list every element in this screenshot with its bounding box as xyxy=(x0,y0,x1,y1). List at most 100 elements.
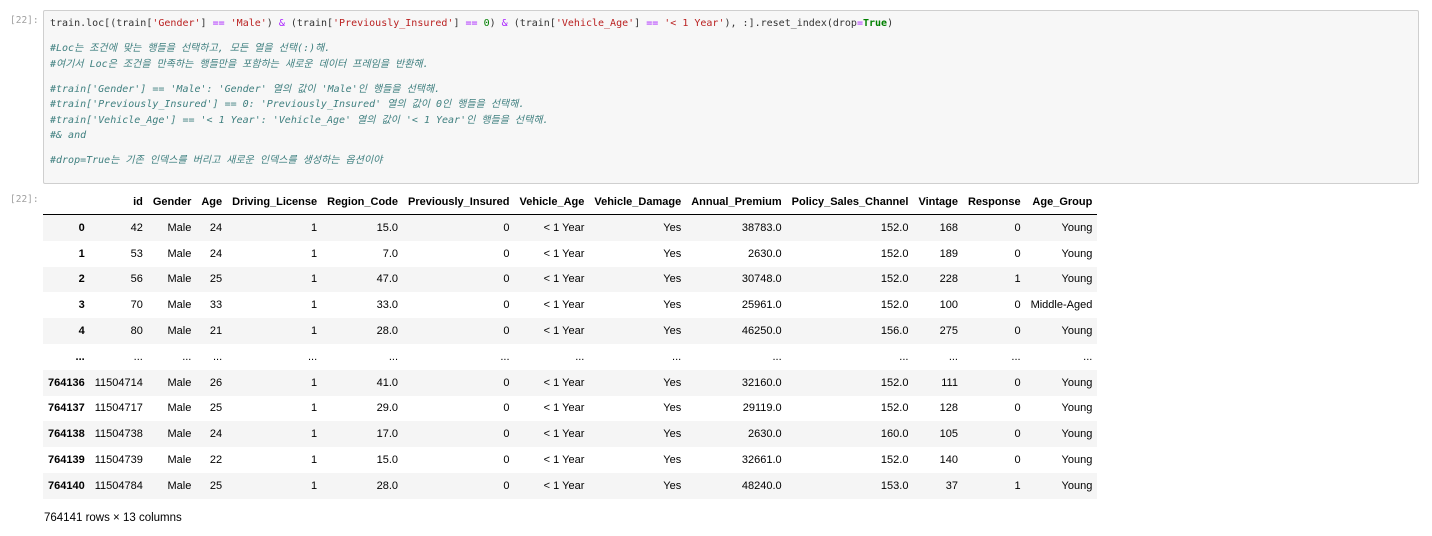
column-header: Driving_License xyxy=(227,190,323,215)
table-cell: < 1 Year xyxy=(543,325,585,338)
table-cell: < 1 Year xyxy=(543,299,585,312)
table-cell: 30748.0 xyxy=(741,273,782,286)
code-cell-input[interactable]: train.loc[(train['Gender'] == 'Male') & … xyxy=(43,10,1419,184)
table-cell: Yes xyxy=(663,428,682,441)
table-cell: 0 xyxy=(1014,221,1021,234)
table-cell: Yes xyxy=(663,454,682,467)
table-cell: 80 xyxy=(130,325,143,338)
table-cell: ... xyxy=(500,350,510,363)
table-cell: Male xyxy=(167,479,192,492)
table-cell: 0 xyxy=(1014,247,1021,260)
code-token: 'Male' xyxy=(230,18,267,29)
table-cell: 25961.0 xyxy=(741,299,782,312)
table-cell: 1 xyxy=(1014,273,1021,286)
table-cell: ... xyxy=(772,350,782,363)
table-cell: 42 xyxy=(130,221,143,234)
column-header: Response xyxy=(962,190,1026,215)
table-row: ........................................… xyxy=(43,344,1097,370)
table-cell: 48240.0 xyxy=(741,479,782,492)
table-row: 764136 11504714 Male 26 1 41.0 0 < 1 Year Yes 321… xyxy=(43,369,1098,396)
table-cell: Male xyxy=(167,299,192,312)
table-cell: 11504739 xyxy=(94,454,143,467)
index-header xyxy=(43,190,90,215)
table-cell: 37 xyxy=(945,479,958,492)
column-header: Policy_Sales_Channel xyxy=(786,190,914,215)
code-token: ) xyxy=(887,18,894,29)
row-index: 0 xyxy=(78,221,85,234)
code-token: (train[ xyxy=(284,18,334,29)
table-cell: 152.0 xyxy=(880,454,909,467)
column-header: id xyxy=(89,190,148,215)
table-cell: 28.0 xyxy=(376,479,399,492)
code-editor[interactable]: train.loc[(train['Gender'] == 'Male') & … xyxy=(50,16,893,169)
table-cell: < 1 Year xyxy=(543,247,585,260)
table-cell: Young xyxy=(1061,273,1093,286)
row-index: 764138 xyxy=(48,428,85,441)
table-cell: 46250.0 xyxy=(741,325,782,338)
table-cell: Male xyxy=(167,325,192,338)
table-row: 1 53 Male 24 1 7.0 0 < 1 Year Yes 2630.0 152.0 189 0… xyxy=(43,241,1097,267)
table-cell: 189 xyxy=(939,247,958,260)
table-cell: 41.0 xyxy=(376,376,399,389)
table-header-row: id Gender Age Driving_License Region_Code Pre… xyxy=(43,190,1098,215)
table-cell: 25 xyxy=(209,273,223,286)
table-row: 3 70 Male 33 1 33.0 0 < 1 Year Yes 25961.0 152.0 10… xyxy=(43,292,1097,318)
code-token: ] xyxy=(200,18,213,29)
table-cell: 32160.0 xyxy=(741,376,782,389)
table-cell: 105 xyxy=(939,428,958,441)
code-token: == xyxy=(465,18,478,29)
code-token: == xyxy=(212,18,225,29)
code-token: (train[ xyxy=(507,18,556,29)
row-index: 764139 xyxy=(48,454,85,467)
code-comment-line: #& and xyxy=(50,130,87,141)
code-comment-line: #여기서 Loc은 조건을 만족하는 행들만을 포함하는 새로운 데이터 프레임… xyxy=(50,58,429,70)
code-token: ) xyxy=(489,18,502,29)
table-cell: 53 xyxy=(130,247,143,260)
table-cell: 24 xyxy=(209,428,223,441)
table-cell: < 1 Year xyxy=(543,402,585,415)
table-cell: < 1 Year xyxy=(543,221,585,234)
table-cell: 70 xyxy=(130,299,143,312)
table-cell: 0 xyxy=(503,428,510,441)
table-cell: 0 xyxy=(503,221,510,234)
code-token: ] xyxy=(453,18,466,29)
table-cell: 32661.0 xyxy=(741,454,782,467)
table-row: 764137 11504717 Male 25 1 29.0 0 < 1 Year Yes 291… xyxy=(43,396,1097,422)
table-cell: Young xyxy=(1061,221,1093,234)
table-cell: Young xyxy=(1061,454,1093,467)
table-cell: 0 xyxy=(1014,428,1021,441)
table-cell: 1 xyxy=(311,479,318,492)
table-cell: < 1 Year xyxy=(543,273,585,286)
code-comment-line: #train['Previously_Insured'] == 0: 'Prev… xyxy=(50,99,525,110)
table-cell: 11504738 xyxy=(94,428,143,441)
table-cell: 0 xyxy=(1014,402,1021,415)
code-comment-line: #Loc는 조건에 맞는 행들을 선택하고, 모든 열을 선택(:)해. xyxy=(50,43,331,54)
row-index: 2 xyxy=(78,273,85,286)
table-cell: 0 xyxy=(503,402,510,415)
column-header: Region_Code xyxy=(322,190,404,215)
table-cell: 25 xyxy=(209,479,223,492)
table-cell: 1 xyxy=(311,273,318,286)
table-row: 0 42 Male 24 1 15.0 0 < 1 Year Yes 38783.0 152.0 16… xyxy=(43,214,1098,241)
table-row: 4 80 Male 21 1 28.0 0 < 1 Year Yes 46250.0 156.0 27… xyxy=(43,318,1098,344)
table-cell: 1 xyxy=(311,376,318,389)
table-cell: 26 xyxy=(209,376,223,389)
code-token: train.loc[(train[ xyxy=(50,18,153,29)
table-cell: 1 xyxy=(311,221,318,234)
code-comment-line: #train['Gender'] == 'Male': 'Gender' 열의 … xyxy=(50,83,441,95)
table-cell: 56 xyxy=(130,273,143,286)
table-cell: 0 xyxy=(1014,299,1021,312)
table-cell: 0 xyxy=(503,479,510,492)
code-token: == xyxy=(646,18,659,29)
table-cell: 1 xyxy=(311,247,318,260)
table-cell: 152.0 xyxy=(880,376,909,389)
table-cell: 0 xyxy=(503,247,510,260)
table-cell: Yes xyxy=(663,273,682,286)
table-cell: 152.0 xyxy=(880,247,909,260)
column-header: Vintage xyxy=(913,190,963,215)
code-token: True xyxy=(862,18,888,29)
table-cell: 0 xyxy=(1014,376,1021,389)
table-cell: 11504714 xyxy=(94,376,143,389)
table-cell: 7.0 xyxy=(382,247,399,260)
